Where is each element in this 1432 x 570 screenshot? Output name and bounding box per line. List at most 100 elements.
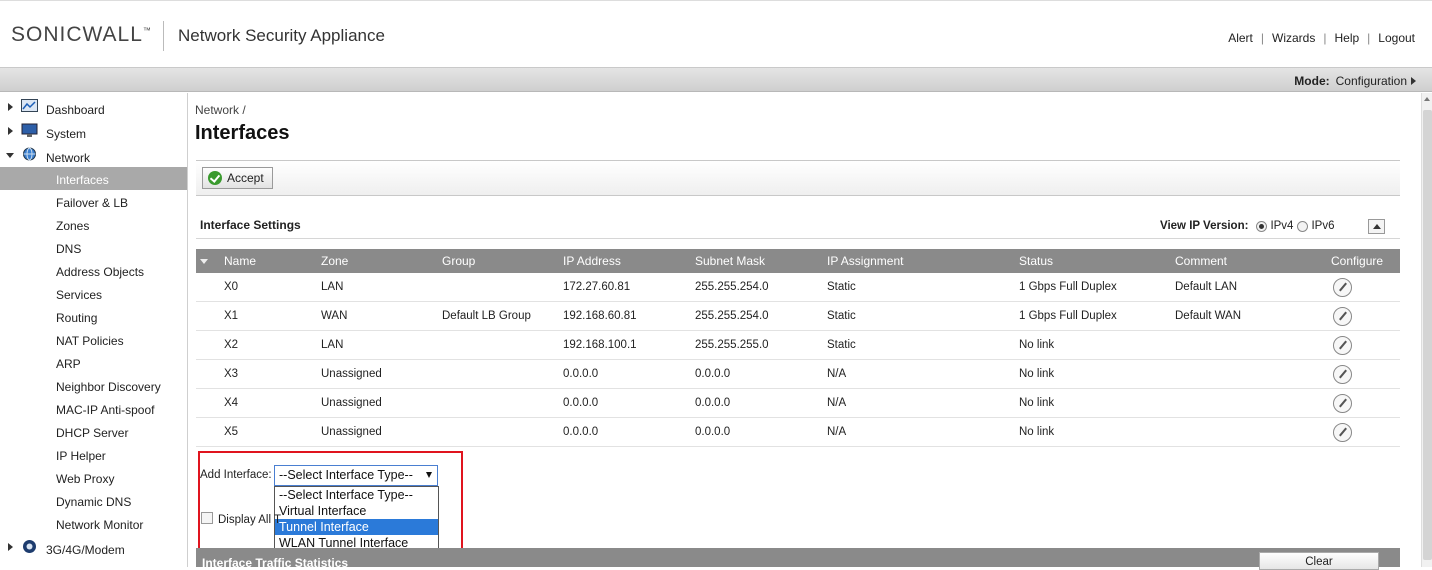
cell-ip-assignment: N/A (827, 368, 847, 380)
checkmark-icon (208, 171, 222, 185)
cell-ip-address: 0.0.0.0 (563, 426, 599, 438)
sidebar-item-arp[interactable]: ARP (0, 351, 187, 374)
sidebar-item-mac-ip-antispoof[interactable]: MAC-IP Anti-spoof (0, 397, 187, 420)
sidebar-item-dns[interactable]: DNS (0, 236, 187, 259)
sidebar-item-3g-4g-modem[interactable]: 3G/4G/Modem (0, 536, 187, 560)
page-title: Interfaces (195, 122, 290, 144)
edit-pencil-icon[interactable] (1333, 307, 1352, 326)
col-ip-address[interactable]: IP Address (563, 254, 621, 268)
traffic-stats-header: Interface Traffic Statistics Clear (196, 548, 1400, 570)
table-row[interactable]: X5 Unassigned 0.0.0.0 0.0.0.0 N/A No link (196, 418, 1400, 447)
help-link[interactable]: Help (1334, 31, 1359, 45)
table-row[interactable]: X3 Unassigned 0.0.0.0 0.0.0.0 N/A No link (196, 360, 1400, 389)
header-links: Alert | Wizards | Help | Logout (1228, 31, 1415, 45)
cell-status: 1 Gbps Full Duplex (1019, 281, 1117, 293)
cell-comment: Default WAN (1175, 310, 1242, 322)
sort-arrow-icon[interactable] (200, 259, 208, 264)
sidebar-item-web-proxy[interactable]: Web Proxy (0, 466, 187, 489)
sidebar-item-interfaces[interactable]: Interfaces (0, 167, 187, 190)
cell-subnet-mask: 0.0.0.0 (695, 397, 731, 409)
sidebar-item-nat-policies[interactable]: NAT Policies (0, 328, 187, 351)
cell-subnet-mask: 255.255.255.0 (695, 339, 769, 351)
ipv4-option[interactable]: IPv4 (1256, 220, 1293, 232)
table-header: Name Zone Group IP Address Subnet Mask I… (196, 249, 1400, 273)
sidebar-item-routing[interactable]: Routing (0, 305, 187, 328)
sidebar-item-failover-lb[interactable]: Failover & LB (0, 190, 187, 213)
breadcrumb[interactable]: Network / (195, 103, 246, 117)
cell-zone: LAN (321, 281, 344, 293)
edit-pencil-icon[interactable] (1333, 278, 1352, 297)
ipv4-radio[interactable] (1256, 220, 1268, 232)
cell-status: No link (1019, 397, 1055, 409)
edit-pencil-icon[interactable] (1333, 394, 1352, 413)
table-row[interactable]: X4 Unassigned 0.0.0.0 0.0.0.0 N/A No link (196, 389, 1400, 418)
monitor-icon (21, 123, 38, 137)
sidebar-item-network[interactable]: Network (0, 144, 187, 168)
toolbar: Accept (196, 161, 1400, 196)
cell-zone: LAN (321, 339, 344, 351)
logout-link[interactable]: Logout (1378, 31, 1415, 45)
sidebar-item-dynamic-dns[interactable]: Dynamic DNS (0, 489, 187, 512)
cell-subnet-mask: 255.255.254.0 (695, 310, 769, 322)
col-group[interactable]: Group (442, 254, 475, 268)
cell-name: X5 (224, 426, 239, 438)
sidebar-item-dhcp-server[interactable]: DHCP Server (0, 420, 187, 443)
col-zone[interactable]: Zone (321, 254, 348, 268)
sidebar-item-zones[interactable]: Zones (0, 213, 187, 236)
cell-ip-address: 172.27.60.81 (563, 281, 631, 293)
top-header: SONICWALL™ Network Security Appliance Al… (0, 0, 1432, 68)
col-comment[interactable]: Comment (1175, 254, 1227, 268)
cell-status: No link (1019, 368, 1055, 380)
col-ip-assignment[interactable]: IP Assignment (827, 254, 904, 268)
mode-indicator[interactable]: Mode: Configuration (1294, 74, 1416, 88)
sidebar-item-network-monitor[interactable]: Network Monitor (0, 512, 187, 535)
cell-subnet-mask: 0.0.0.0 (695, 368, 731, 380)
sidebar-item-neighbor-discovery[interactable]: Neighbor Discovery (0, 374, 187, 397)
edit-pencil-icon[interactable] (1333, 423, 1352, 442)
mode-label: Mode: (1294, 74, 1330, 88)
cell-name: X0 (224, 281, 239, 293)
wizards-link[interactable]: Wizards (1272, 31, 1315, 45)
expand-arrow-icon[interactable] (8, 127, 13, 135)
highlight-annotation-box (198, 451, 463, 559)
table-row[interactable]: X2 LAN 192.168.100.1 255.255.255.0 Static No … (196, 331, 1400, 360)
col-status[interactable]: Status (1019, 254, 1053, 268)
vertical-scrollbar[interactable] (1421, 93, 1432, 567)
collapse-arrow-icon[interactable] (6, 153, 14, 158)
accept-button[interactable]: Accept (202, 167, 273, 189)
cell-status: 1 Gbps Full Duplex (1019, 310, 1117, 322)
cell-subnet-mask: 0.0.0.0 (695, 426, 731, 438)
cell-name: X3 (224, 368, 239, 380)
col-subnet-mask[interactable]: Subnet Mask (695, 254, 765, 268)
ipv6-option[interactable]: IPv6 (1297, 220, 1334, 232)
collapse-section-button[interactable] (1368, 219, 1385, 234)
table-row[interactable]: X1 WAN Default LB Group 192.168.60.81 255.25… (196, 302, 1400, 331)
sidebar-item-services[interactable]: Services (0, 282, 187, 305)
accept-label: Accept (227, 171, 264, 185)
sidebar-item-dashboard[interactable]: Dashboard (0, 96, 187, 120)
cell-status: No link (1019, 426, 1055, 438)
sidebar-item-ip-helper[interactable]: IP Helper (0, 443, 187, 466)
expand-arrow-icon[interactable] (8, 103, 13, 111)
edit-pencil-icon[interactable] (1333, 336, 1352, 355)
col-configure: Configure (1331, 254, 1384, 268)
ip-version-selector: View IP Version: IPv4 IPv6 (1160, 220, 1338, 232)
mode-arrow-icon (1411, 77, 1416, 85)
sidebar-item-address-objects[interactable]: Address Objects (0, 259, 187, 282)
scrollbar-thumb[interactable] (1423, 110, 1432, 560)
edit-pencil-icon[interactable] (1333, 365, 1352, 384)
sidebar-item-label: Dashboard (46, 103, 105, 117)
traffic-stats-title: Interface Traffic Statistics (202, 556, 349, 570)
cell-ip-address: 192.168.100.1 (563, 339, 637, 351)
ipv6-radio[interactable] (1297, 220, 1309, 232)
alert-link[interactable]: Alert (1228, 31, 1253, 45)
section-title: Interface Settings (200, 218, 301, 232)
expand-arrow-icon[interactable] (8, 543, 13, 551)
sidebar-item-system[interactable]: System (0, 120, 187, 144)
cell-name: X4 (224, 397, 239, 409)
sonicwall-logo: SONICWALL™ (11, 23, 152, 46)
table-row[interactable]: X0 LAN 172.27.60.81 255.255.254.0 Static 1 Gb… (196, 273, 1400, 302)
scroll-up-icon[interactable] (1424, 97, 1430, 101)
clear-button[interactable]: Clear (1259, 552, 1379, 570)
col-name[interactable]: Name (224, 254, 256, 268)
